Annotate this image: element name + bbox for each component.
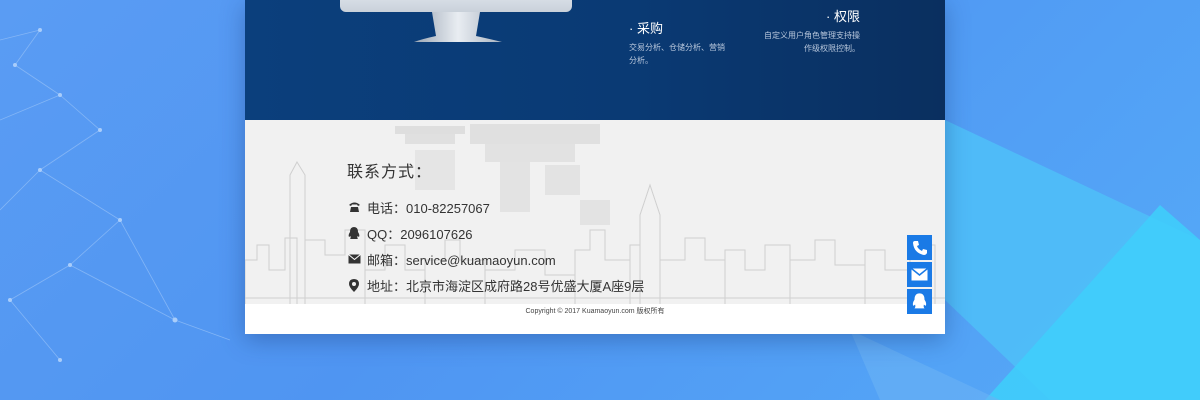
feature-purchase: · 采购 交易分析、仓储分析、营销分析。 — [629, 18, 729, 67]
feature-desc: 交易分析、仓储分析、营销分析。 — [629, 43, 725, 65]
contact-address: 地址：北京市海淀区成府路28号优盛大厦A座9层 — [347, 272, 644, 298]
floating-contact-buttons — [907, 235, 932, 316]
feature-desc: 自定义用户角色管理支持操作级权限控制。 — [764, 31, 860, 53]
qq-icon — [347, 226, 361, 240]
contact-qq: QQ：2096107626 — [347, 220, 644, 246]
feature-title: · 权限 — [826, 9, 860, 24]
email-text: 邮箱：service@kuamaoyun.com — [367, 252, 556, 268]
float-qq-button[interactable] — [907, 289, 932, 314]
contact-title: 联系方式： — [347, 164, 433, 181]
telephone-icon — [347, 200, 361, 214]
contact-info: 联系方式： 电话：010-82257067 QQ：2096107626 邮箱：s… — [347, 158, 644, 298]
monitor-stand — [414, 12, 502, 42]
contact-email: 邮箱：service@kuamaoyun.com — [347, 246, 644, 272]
phone-text: 电话：010-82257067 — [367, 200, 490, 216]
feature-title: · 采购 — [629, 21, 663, 36]
contact-footer: 联系方式： 电话：010-82257067 QQ：2096107626 邮箱：s… — [245, 120, 945, 304]
qq-icon — [912, 293, 927, 309]
copyright-text: Copyright © 2017 Kuamaoyun.com 版权所有 — [525, 308, 665, 315]
website-mockup: · 采购 交易分析、仓储分析、营销分析。 · 权限 自定义用户角色管理支持操作级… — [245, 0, 945, 334]
float-mail-button[interactable] — [907, 262, 932, 287]
hero-section: · 采购 交易分析、仓储分析、营销分析。 · 权限 自定义用户角色管理支持操作级… — [245, 0, 945, 120]
feature-permission: · 权限 自定义用户角色管理支持操作级权限控制。 — [760, 6, 860, 55]
monitor-screen — [340, 0, 572, 12]
mail-icon — [911, 268, 928, 281]
qq-text: QQ：2096107626 — [367, 226, 473, 242]
address-text: 地址：北京市海淀区成府路28号优盛大厦A座9层 — [367, 278, 645, 294]
contact-phone: 电话：010-82257067 — [347, 194, 644, 220]
location-pin-icon — [347, 278, 361, 292]
mail-icon — [347, 252, 361, 266]
phone-icon — [912, 240, 927, 255]
copyright-bar: Copyright © 2017 Kuamaoyun.com 版权所有 — [245, 304, 945, 334]
float-phone-button[interactable] — [907, 235, 932, 260]
